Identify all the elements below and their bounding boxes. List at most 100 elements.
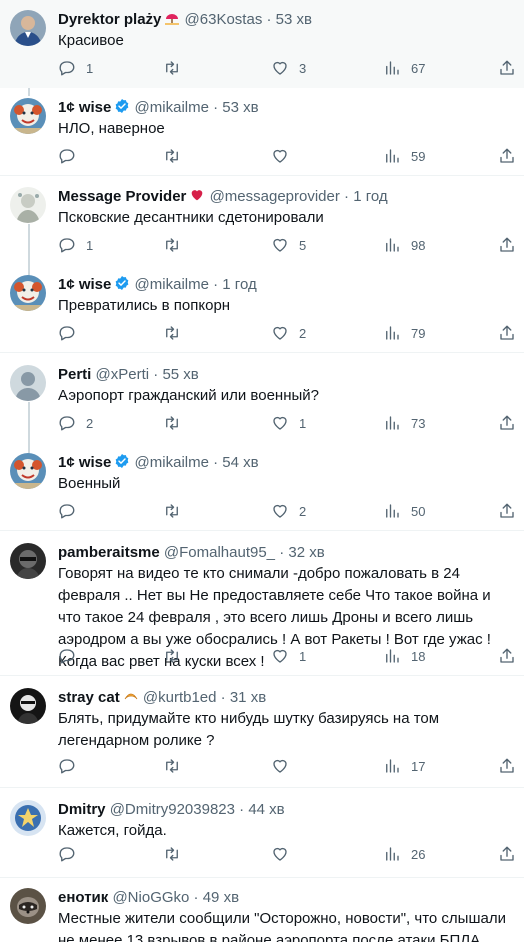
author-handle[interactable]: @mikailme [135, 276, 209, 293]
author-handle[interactable]: @Fomalhaut95_ [164, 544, 275, 561]
avatar[interactable] [10, 275, 46, 311]
like-button[interactable] [271, 844, 299, 864]
reply-button[interactable] [58, 844, 86, 864]
retweet-button[interactable] [163, 146, 191, 166]
retweet-icon [166, 847, 178, 861]
share-button[interactable] [498, 844, 516, 864]
reply-button[interactable] [58, 756, 86, 776]
timestamp[interactable]: 55 хв [162, 366, 198, 383]
author-name[interactable]: 1¢ wise [58, 454, 111, 471]
like-count: 3 [299, 60, 307, 76]
tweet[interactable]: Dmitry @Dmitry92039823 · 44 хв Кажется, … [0, 790, 524, 878]
reply-button[interactable] [58, 146, 86, 166]
author-name[interactable]: pamberaitsme [58, 544, 160, 561]
reply-icon [59, 416, 75, 431]
tweet[interactable]: 1¢ wise @mikailme · 54 хв Военный 2 50 [0, 443, 524, 531]
retweet-button[interactable] [163, 501, 191, 521]
views-button[interactable]: 73 [383, 413, 425, 433]
like-button[interactable]: 2 [271, 323, 306, 343]
views-button[interactable]: 50 [383, 501, 425, 521]
tweet[interactable]: 1¢ wise @mikailme · 53 хв НЛО, наверное … [0, 88, 524, 176]
author-handle[interactable]: @kurtb1ed [143, 689, 217, 706]
share-button[interactable] [498, 646, 516, 666]
tweet[interactable]: Perti @xPerti · 55 хв Аэропорт гражданск… [0, 355, 524, 443]
author-handle[interactable]: @NioGGko [112, 889, 189, 906]
tweet[interactable]: енотик @NioGGko · 49 хв Местные жители с… [0, 878, 524, 942]
tweet[interactable]: Dyrektor plaży @63Kostas · 53 хв Красиво… [0, 0, 524, 88]
retweet-button[interactable] [163, 646, 191, 666]
avatar[interactable] [10, 187, 46, 223]
like-button[interactable]: 5 [271, 235, 306, 255]
tweet[interactable]: stray cat @kurtb1ed · 31 хв Блять, приду… [0, 678, 524, 788]
views-button[interactable]: 59 [383, 146, 425, 166]
separator: · [239, 801, 245, 818]
reply-button[interactable] [58, 646, 86, 666]
retweet-button[interactable] [163, 844, 191, 864]
views-button[interactable]: 79 [383, 323, 425, 343]
share-button[interactable] [498, 146, 516, 166]
author-handle[interactable]: @mikailme [135, 99, 209, 116]
reply-button[interactable] [58, 501, 86, 521]
timestamp[interactable]: 54 хв [222, 454, 258, 471]
like-button[interactable] [271, 756, 299, 776]
share-button[interactable] [498, 501, 516, 521]
share-button[interactable] [498, 413, 516, 433]
author-name[interactable]: Dyrektor plaży [58, 11, 161, 28]
tweet[interactable]: Message Provider @messageprovider · 1 го… [0, 177, 524, 265]
share-button[interactable] [498, 323, 516, 343]
retweet-button[interactable] [163, 235, 191, 255]
avatar[interactable] [10, 365, 46, 401]
avatar[interactable] [10, 98, 46, 134]
views-button[interactable]: 17 [383, 756, 425, 776]
views-button[interactable]: 26 [383, 844, 425, 864]
timestamp[interactable]: 49 хв [203, 889, 239, 906]
author-name[interactable]: stray cat [58, 689, 120, 706]
timestamp[interactable]: 53 хв [276, 11, 312, 28]
views-button[interactable]: 98 [383, 235, 425, 255]
avatar[interactable] [10, 688, 46, 724]
tweet[interactable]: pamberaitsme @Fomalhaut95_ · 32 хв Говор… [0, 533, 524, 676]
reply-button[interactable] [58, 323, 86, 343]
timestamp[interactable]: 1 год [353, 188, 387, 205]
author-name[interactable]: 1¢ wise [58, 276, 111, 293]
retweet-button[interactable] [163, 58, 191, 78]
author-handle[interactable]: @xPerti [96, 366, 150, 383]
reply-button[interactable]: 2 [58, 413, 93, 433]
timestamp[interactable]: 32 хв [288, 544, 324, 561]
like-button[interactable]: 1 [271, 646, 306, 666]
reply-button[interactable]: 1 [58, 58, 93, 78]
author-name[interactable]: Message Provider [58, 188, 186, 205]
tweet[interactable]: 1¢ wise @mikailme · 1 год Превратились в… [0, 265, 524, 353]
author-name[interactable]: Dmitry [58, 801, 106, 818]
like-button[interactable] [271, 146, 299, 166]
author-handle[interactable]: @Dmitry92039823 [110, 801, 235, 818]
author-handle[interactable]: @63Kostas [185, 11, 263, 28]
timestamp[interactable]: 31 хв [230, 689, 266, 706]
retweet-button[interactable] [163, 413, 191, 433]
retweet-button[interactable] [163, 756, 191, 776]
like-button[interactable]: 3 [271, 58, 306, 78]
share-button[interactable] [498, 58, 516, 78]
avatar[interactable] [10, 888, 46, 924]
avatar[interactable] [10, 543, 46, 579]
timestamp[interactable]: 53 хв [222, 99, 258, 116]
views-button[interactable]: 67 [383, 58, 425, 78]
retweet-button[interactable] [163, 323, 191, 343]
timestamp[interactable]: 44 хв [248, 801, 284, 818]
like-button[interactable]: 2 [271, 501, 306, 521]
like-button[interactable]: 1 [271, 413, 306, 433]
avatar[interactable] [10, 10, 46, 46]
timestamp[interactable]: 1 год [222, 276, 256, 293]
author-name[interactable]: Perti [58, 366, 91, 383]
share-button[interactable] [498, 235, 516, 255]
author-name[interactable]: 1¢ wise [58, 99, 111, 116]
author-handle[interactable]: @messageprovider [210, 188, 340, 205]
avatar[interactable] [10, 453, 46, 489]
views-button[interactable]: 18 [383, 646, 425, 666]
tweet-header: Perti @xPerti · 55 хв [58, 365, 514, 385]
avatar[interactable] [10, 800, 46, 836]
author-handle[interactable]: @mikailme [135, 454, 209, 471]
author-name[interactable]: енотик [58, 889, 108, 906]
reply-button[interactable]: 1 [58, 235, 93, 255]
share-button[interactable] [498, 756, 516, 776]
